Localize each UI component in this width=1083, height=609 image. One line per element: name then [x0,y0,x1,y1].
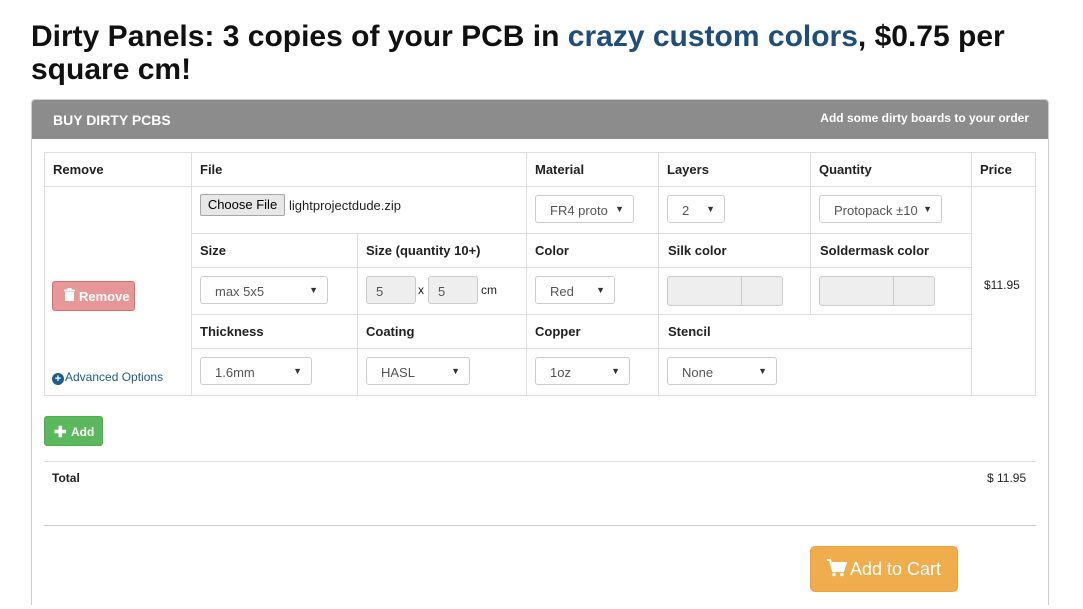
chevron-down-icon: ▼ [309,285,318,295]
table-header-divider [44,186,1036,187]
table-col-divider [357,233,358,396]
panel-header: BUY DIRTY PCBS Add some dirty boards to … [32,100,1048,139]
header-file: File [200,162,223,177]
table-col-divider [810,152,811,234]
coating-value: HASL [381,365,415,380]
header-size: Size [200,243,227,258]
table-border-left [44,152,45,396]
choose-file-button[interactable]: Choose File [200,194,285,216]
add-to-cart-label: Add to Cart [850,559,942,579]
chevron-down-icon: ▼ [923,204,932,214]
table-col-divider [810,233,811,315]
copper-value: 1oz [550,365,571,380]
quantity-select[interactable]: Protopack ±10 ▼ [819,195,942,223]
header-color: Color [535,243,569,258]
trash-icon [64,288,75,304]
thickness-select[interactable]: 1.6mm ▼ [200,357,312,385]
chevron-down-icon: ▼ [611,366,620,376]
size-width-value: 5 [376,284,384,299]
chevron-down-icon: ▼ [615,204,624,214]
size-width-input[interactable]: 5 [366,276,416,304]
quantity-value: Protopack ±10 [834,203,918,218]
table-col-divider [526,152,527,396]
header-size-qty: Size (quantity 10+) [366,243,481,258]
header-soldermask-color: Soldermask color [820,243,930,258]
swatch-divider [741,277,742,305]
panel-title: BUY DIRTY PCBS [53,112,171,128]
material-value: FR4 proto [550,203,608,218]
soldermask-color-picker[interactable] [819,276,935,306]
layers-value: 2 [682,203,690,218]
advanced-options-label: Advanced Options [65,370,164,384]
table-col-divider [191,152,192,396]
swatch-divider [893,277,894,305]
page-title: Dirty Panels: 3 copies of your PCB in cr… [31,20,1041,86]
header-remove: Remove [53,162,104,177]
header-price: Price [980,162,1012,177]
header-material: Material [535,162,585,177]
total-divider-top [44,461,1036,462]
table-col-divider [971,152,972,396]
silk-color-picker[interactable] [667,276,783,306]
table-border-top [44,152,1036,153]
chevron-down-icon: ▼ [451,366,460,376]
panel-subtitle: Add some dirty boards to your order [820,111,1029,125]
layers-select[interactable]: 2 ▼ [667,195,725,223]
color-select[interactable]: Red ▼ [535,276,615,304]
chevron-down-icon: ▼ [596,285,605,295]
header-silk-color: Silk color [668,243,727,258]
header-thickness: Thickness [200,324,264,339]
size-height-input[interactable]: 5 [428,276,478,304]
plus-icon: ✚ [54,424,67,441]
total-value: $ 11.95 [987,471,1027,485]
advanced-options-link[interactable]: + Advanced Options [52,370,163,385]
thickness-value: 1.6mm [215,365,255,380]
table-border-right [1035,152,1036,396]
header-stencil: Stencil [668,324,711,339]
size-value: max 5x5 [215,284,265,299]
header-quantity: Quantity [819,162,872,177]
table-row-divider [191,267,972,268]
row-price: $11.95 [984,278,1020,292]
headline-part1: Dirty Panels: 3 copies of your PCB in [31,20,568,53]
copper-select[interactable]: 1oz ▼ [535,357,630,385]
material-select[interactable]: FR4 proto ▼ [535,195,634,223]
stencil-select[interactable]: None ▼ [667,357,777,385]
header-copper: Copper [535,324,581,339]
size-select[interactable]: max 5x5 ▼ [200,276,328,304]
file-name: lightprojectdude.zip [289,198,402,213]
table-row-divider [191,348,972,349]
table-row-divider [191,233,972,234]
size-height-value: 5 [438,284,446,299]
total-divider-bottom [44,525,1036,526]
size-times: x [418,283,424,297]
add-button[interactable]: ✚ Add [44,416,103,446]
size-unit: cm [481,283,497,297]
table-row-divider [191,314,972,315]
chevron-down-icon: ▼ [293,366,302,376]
header-coating: Coating [366,324,415,339]
table-col-divider [658,152,659,396]
add-to-cart-button[interactable]: Add to Cart [810,546,958,592]
stencil-value: None [682,365,714,380]
color-value: Red [550,284,574,299]
chevron-down-icon: ▼ [758,366,767,376]
remove-button[interactable]: Remove [52,281,135,311]
chevron-down-icon: ▼ [706,204,715,214]
headline-highlight: crazy custom colors [567,20,858,53]
remove-button-label: Remove [79,289,130,304]
header-layers: Layers [667,162,709,177]
total-label: Total [52,471,80,485]
add-button-label: Add [71,425,95,439]
cart-icon [827,559,848,582]
plus-circle-icon: + [52,373,64,385]
coating-select[interactable]: HASL ▼ [366,357,470,385]
table-border-bottom [44,395,1036,396]
